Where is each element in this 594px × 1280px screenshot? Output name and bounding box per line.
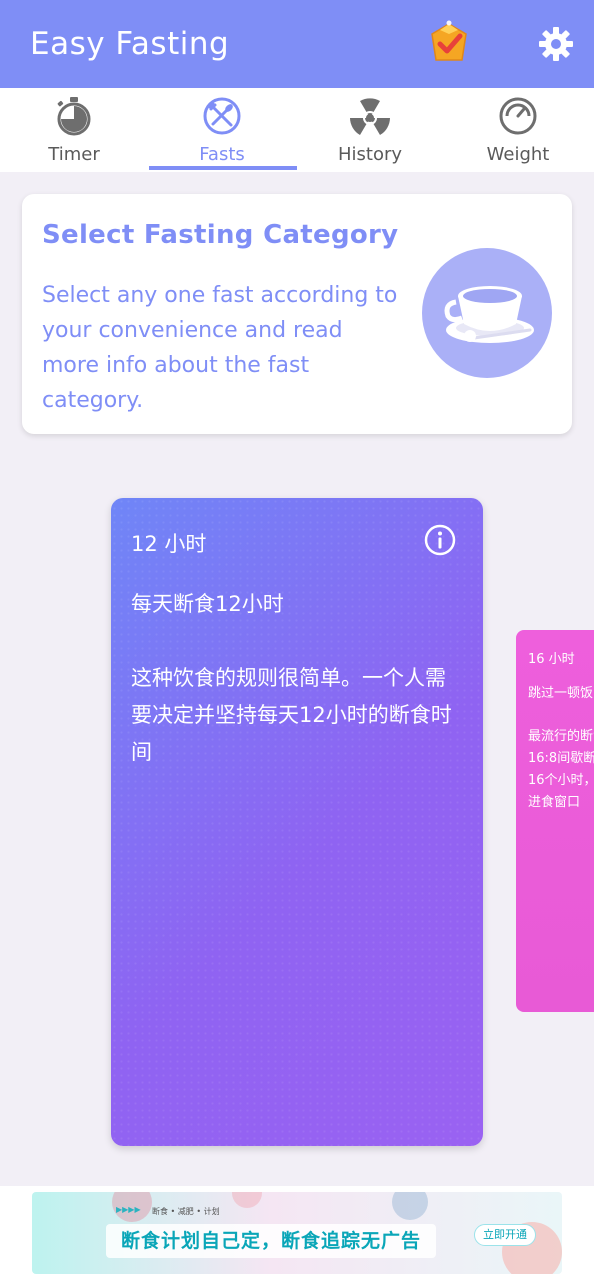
premium-badge-icon[interactable] (428, 20, 470, 66)
tab-history[interactable]: History (296, 88, 444, 172)
fork-knife-icon (203, 97, 241, 135)
scale-icon (499, 97, 537, 135)
category-info-card: Select Fasting Category Select any one f… (22, 194, 572, 434)
side-card-subtitle: 跳过一顿饭 (528, 686, 594, 701)
app-title: Easy Fasting (30, 26, 230, 62)
fast-card-16-hours[interactable]: 16 小时 跳过一顿饭 最流行的断食方法之一是16:8间歇断食。你每天断食16个… (516, 630, 594, 1012)
tab-bar: Timer Fasts History Weight (0, 88, 594, 172)
ad-headline: 断食计划自己定，断食追踪无广告 (106, 1224, 436, 1258)
side-card-description: 最流行的断食方法之一是16:8间歇断食。你每天断食16个小时，然后有8小时的进食… (528, 729, 594, 810)
active-tab-indicator (149, 166, 297, 170)
fast-card-12-hours[interactable]: 12 小时 每天断食12小时 这种饮食的规则很简单。一个人需要决定并坚持每天12… (111, 498, 483, 1146)
fast-card-hours: 12 小时 (131, 532, 207, 556)
tab-label: Weight (486, 144, 550, 165)
stopwatch-icon (57, 97, 91, 136)
coffee-cup-icon (422, 248, 552, 378)
decorative-bubble (232, 1192, 262, 1208)
fast-card-subtitle: 每天断食12小时 (131, 592, 284, 616)
ad-cta-button[interactable]: 立即开通 (474, 1224, 536, 1246)
info-icon[interactable] (424, 524, 456, 556)
ad-banner[interactable]: ▶▶▶▶ 断食 • 减肥 • 计划 断食计划自己定，断食追踪无广告 立即开通 (32, 1192, 562, 1274)
info-card-description: Select any one fast according to your co… (42, 283, 398, 413)
tab-label: Timer (48, 144, 100, 165)
tab-weight[interactable]: Weight (444, 88, 592, 172)
ad-arrows: ▶▶▶▶ (116, 1205, 141, 1214)
tab-label: Fasts (199, 144, 245, 165)
tab-timer[interactable]: Timer (0, 88, 148, 172)
fast-card-description: 这种饮食的规则很简单。一个人需要决定并坚持每天12小时的断食时间 (131, 666, 452, 764)
ad-area: ▶▶▶▶ 断食 • 减肥 • 计划 断食计划自己定，断食追踪无广告 立即开通 (0, 1186, 594, 1280)
app-bar: Easy Fasting (0, 0, 594, 88)
tab-fasts[interactable]: Fasts (148, 88, 296, 172)
ad-tagline: 断食 • 减肥 • 计划 (152, 1207, 220, 1216)
decorative-bubble (392, 1192, 428, 1220)
side-card-hours: 16 小时 (528, 652, 575, 667)
tab-label: History (337, 144, 403, 165)
radiation-icon (350, 98, 390, 135)
settings-gear-icon[interactable] (538, 26, 574, 62)
info-card-title: Select Fasting Category (42, 220, 399, 250)
